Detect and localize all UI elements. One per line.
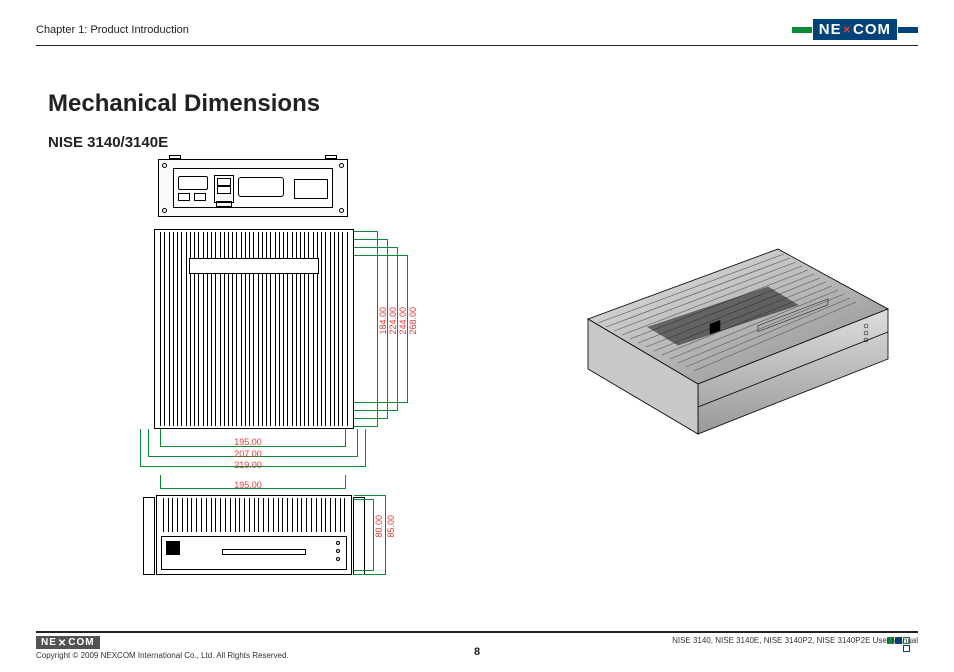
- page-title: Mechanical Dimensions: [48, 90, 918, 118]
- page-subtitle: NISE 3140/3140E: [48, 134, 918, 151]
- nexcom-logo: NE ✕ COM: [792, 19, 918, 40]
- page-number: 8: [474, 646, 480, 658]
- dim-width-3: 219.00: [218, 460, 278, 470]
- dim-depth-3: 244.00: [398, 307, 408, 335]
- mechanical-drawings: 184.00 224.00 244.00 268.00 195.00 207.0…: [48, 159, 908, 619]
- top-bar: Chapter 1: Product Introduction NE ✕ COM: [36, 18, 918, 46]
- dim-width-1: 195.00: [218, 437, 278, 447]
- manual-reference: NISE 3140, NISE 3140E, NISE 3140P2, NISE…: [672, 636, 918, 645]
- dim-depth-4: 268.00: [408, 307, 418, 335]
- dim-depth-1: 184.00: [378, 307, 388, 335]
- dim-height-2: 85.00: [386, 515, 396, 538]
- logo-x-icon: ✕: [843, 25, 852, 36]
- top-heatsink-view: [154, 229, 354, 429]
- logo-text-left: NE: [819, 21, 842, 38]
- chapter-label: Chapter 1: Product Introduction: [36, 24, 189, 36]
- footer-logo: NE✕COM: [36, 636, 100, 649]
- logo-text-right: COM: [853, 21, 891, 38]
- dim-height-1: 80.00: [374, 515, 384, 538]
- content-area: Mechanical Dimensions NISE 3140/3140E: [36, 46, 918, 619]
- isometric-3d-view: [528, 219, 908, 459]
- front-panel-view: [156, 495, 352, 575]
- dim-depth-2: 224.00: [388, 307, 398, 335]
- copyright-text: Copyright © 2009 NEXCOM International Co…: [36, 651, 289, 660]
- dim-width-4: 195.00: [218, 480, 278, 490]
- dim-width-2: 207.00: [218, 449, 278, 459]
- rear-panel-view: [158, 159, 348, 217]
